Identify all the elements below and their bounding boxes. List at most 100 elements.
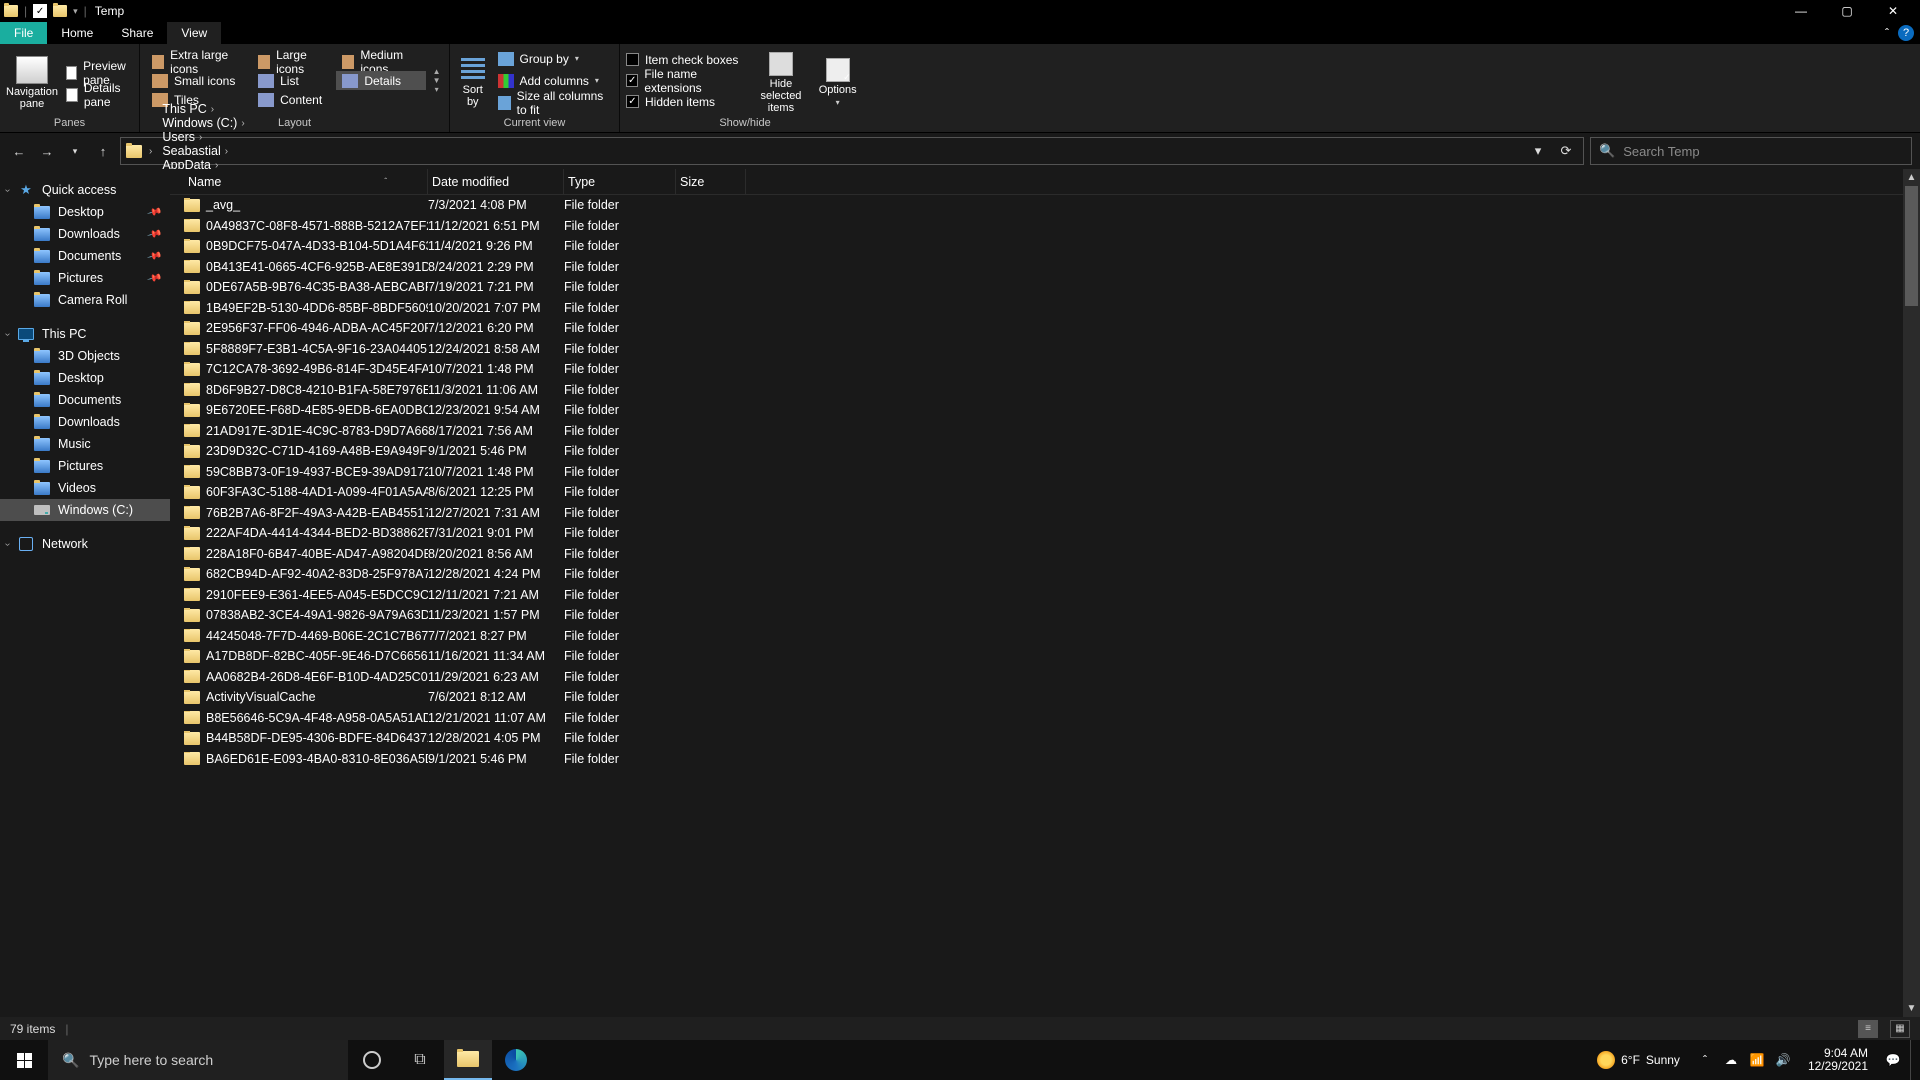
hide-selected-button[interactable]: Hide selected items [755,46,808,115]
volume-icon[interactable]: 🔊 [1774,1053,1792,1067]
vertical-scrollbar[interactable]: ▲ ▼ [1903,169,1920,1017]
notifications-icon[interactable]: 💬 [1884,1053,1902,1067]
sidebar-item[interactable]: Videos [0,477,170,499]
sidebar-item[interactable]: Pictures📌 [0,267,170,289]
thumbnails-view-toggle[interactable]: ▦ [1890,1020,1910,1038]
breadcrumb-segment[interactable]: Seabastial› [158,144,248,158]
minimize-button[interactable]: — [1778,0,1824,22]
tab-view[interactable]: View [167,22,221,44]
file-row[interactable]: 07838AB2-3CE4-49A1-9826-9A79A63D7...11/2… [170,605,1920,626]
layout-content[interactable]: Content [252,90,332,109]
cortana-button[interactable] [348,1040,396,1080]
column-name[interactable]: Nameˆ [184,169,428,194]
recent-dropdown[interactable]: ▾ [64,140,86,162]
show-desktop-button[interactable] [1910,1040,1916,1080]
layout-extra-large[interactable]: Extra large icons [146,52,248,71]
breadcrumb-segment[interactable]: Windows (C:)› [158,116,248,130]
file-row[interactable]: 0B9DCF75-047A-4D33-B104-5D1A4F632...11/4… [170,236,1920,257]
tab-home[interactable]: Home [47,22,107,44]
weather-widget[interactable]: 6°F Sunny [1597,1051,1680,1069]
sidebar-item[interactable]: Camera Roll [0,289,170,311]
scroll-thumb[interactable] [1905,186,1918,306]
layout-medium[interactable]: Medium icons [336,52,426,71]
file-row[interactable]: 5F8889F7-E3B1-4C5A-9F16-23A04405F6E212/2… [170,339,1920,360]
layout-details[interactable]: Details [336,71,426,90]
clock[interactable]: 9:04 AM 12/29/2021 [1800,1047,1876,1073]
address-dropdown[interactable]: ▾ [1525,138,1551,164]
file-row[interactable]: _avg_7/3/2021 4:08 PMFile folder [170,195,1920,216]
help-button[interactable]: ? [1898,25,1914,41]
sidebar-item[interactable]: Downloads [0,411,170,433]
sidebar-item[interactable]: Pictures [0,455,170,477]
breadcrumb-segment[interactable]: This PC› [158,102,248,116]
preview-pane-button[interactable]: Preview pane [62,63,135,83]
file-row[interactable]: 8D6F9B27-D8C8-4210-B1FA-58E7976E08...11/… [170,380,1920,401]
file-row[interactable]: B44B58DF-DE95-4306-BDFE-84D64372A...12/2… [170,728,1920,749]
layout-list[interactable]: List [252,71,332,90]
hidden-items-toggle[interactable]: Hidden items [626,91,751,112]
sidebar-item[interactable]: Desktop [0,367,170,389]
sidebar-quick-access[interactable]: ★Quick access [0,179,170,201]
sidebar-item[interactable]: Documents [0,389,170,411]
forward-button[interactable]: → [36,140,58,162]
onedrive-icon[interactable]: ☁ [1722,1053,1740,1067]
refresh-button[interactable]: ⟳ [1553,138,1579,164]
file-list[interactable]: _avg_7/3/2021 4:08 PMFile folder0A49837C… [170,195,1920,1017]
column-date[interactable]: Date modified [428,169,564,194]
sidebar-item[interactable]: Documents📌 [0,245,170,267]
sidebar-item[interactable]: 3D Objects [0,345,170,367]
file-row[interactable]: B8E56646-5C9A-4F48-A958-0A5A51AD0...12/2… [170,708,1920,729]
file-row[interactable]: ActivityVisualCache7/6/2021 8:12 AMFile … [170,687,1920,708]
file-row[interactable]: 0B413E41-0665-4CF6-925B-AE8E391D8E...8/2… [170,257,1920,278]
sidebar-item[interactable]: Windows (C:) [0,499,170,521]
start-button[interactable] [0,1040,48,1080]
file-row[interactable]: 222AF4DA-4414-4344-BED2-BD38862B...7/31/… [170,523,1920,544]
taskbar-file-explorer[interactable] [444,1040,492,1080]
navigation-pane-button[interactable]: Navigation pane [6,46,58,115]
file-row[interactable]: 1B49EF2B-5130-4DD6-85BF-8BDF56099...10/2… [170,298,1920,319]
scroll-up-icon[interactable]: ▲ [1903,169,1920,186]
navigation-pane[interactable]: ★Quick access Desktop📌Downloads📌Document… [0,169,170,1017]
file-row[interactable]: BA6ED61E-E093-4BA0-8310-8E036A5D209/1/20… [170,749,1920,770]
file-row[interactable]: A17DB8DF-82BC-405F-9E46-D7C665600...11/1… [170,646,1920,667]
layout-scroll[interactable]: ▲ ▼ ▾ [430,63,443,98]
file-row[interactable]: AA0682B4-26D8-4E6F-B10D-4AD25C013...11/2… [170,667,1920,688]
file-extensions-toggle[interactable]: File name extensions [626,70,751,91]
sidebar-this-pc[interactable]: This PC [0,323,170,345]
file-row[interactable]: 0DE67A5B-9B76-4C35-BA38-AEBCABFE5...7/19… [170,277,1920,298]
file-row[interactable]: 228A18F0-6B47-40BE-AD47-A98204DE5...8/20… [170,544,1920,565]
file-row[interactable]: 2910FEE9-E361-4EE5-A045-E5DCC9CEEE...12/… [170,585,1920,606]
tray-overflow-icon[interactable]: ˆ [1696,1053,1714,1067]
size-columns-button[interactable]: Size all columns to fit [494,93,614,113]
column-size[interactable]: Size [676,169,746,194]
maximize-button[interactable]: ▢ [1824,0,1870,22]
file-row[interactable]: 76B2B7A6-8F2F-49A3-A42B-EAB45517A...12/2… [170,503,1920,524]
sidebar-item[interactable]: Music [0,433,170,455]
address-bar[interactable]: › This PC›Windows (C:)›Users›Seabastial›… [120,137,1584,165]
sidebar-item[interactable]: Desktop📌 [0,201,170,223]
collapse-ribbon-button[interactable]: ˆ [1876,22,1898,44]
add-columns-button[interactable]: Add columns▾ [494,71,614,91]
file-row[interactable]: 23D9D32C-C71D-4169-A48B-E9A949FBC...9/1/… [170,441,1920,462]
details-view-toggle[interactable]: ≡ [1858,1020,1878,1038]
sidebar-network[interactable]: Network [0,533,170,555]
options-button[interactable]: ✓ Options ▾ [811,46,864,115]
tab-file[interactable]: File [0,22,47,44]
file-row[interactable]: 44245048-7F7D-4469-B06E-2C1C7B67FE...7/7… [170,626,1920,647]
file-row[interactable]: 60F3FA3C-5188-4AD1-A099-4F01A5AAC...8/6/… [170,482,1920,503]
sidebar-item[interactable]: Downloads📌 [0,223,170,245]
back-button[interactable]: ← [8,140,30,162]
qat-properties-icon[interactable]: ✓ [33,4,47,18]
qat-dropdown-icon[interactable]: ▾ [73,6,78,17]
scroll-down-icon[interactable]: ▼ [1903,1000,1920,1017]
layout-large[interactable]: Large icons [252,52,332,71]
breadcrumb-segment[interactable]: Users› [158,130,248,144]
breadcrumb-sep[interactable]: › [145,146,156,157]
layout-small[interactable]: Small icons [146,71,248,90]
file-row[interactable]: 2E956F37-FF06-4946-ADBA-AC45F20F1D...7/1… [170,318,1920,339]
search-box[interactable]: 🔍 Search Temp [1590,137,1912,165]
file-row[interactable]: 0A49837C-08F8-4571-888B-5212A7EF2B...11/… [170,216,1920,237]
file-row[interactable]: 59C8BB73-0F19-4937-BCE9-39AD917230...10/… [170,462,1920,483]
file-row[interactable]: 682CB94D-AF92-40A2-83D8-25F978A78...12/2… [170,564,1920,585]
task-view-button[interactable]: ⧉ [396,1040,444,1080]
